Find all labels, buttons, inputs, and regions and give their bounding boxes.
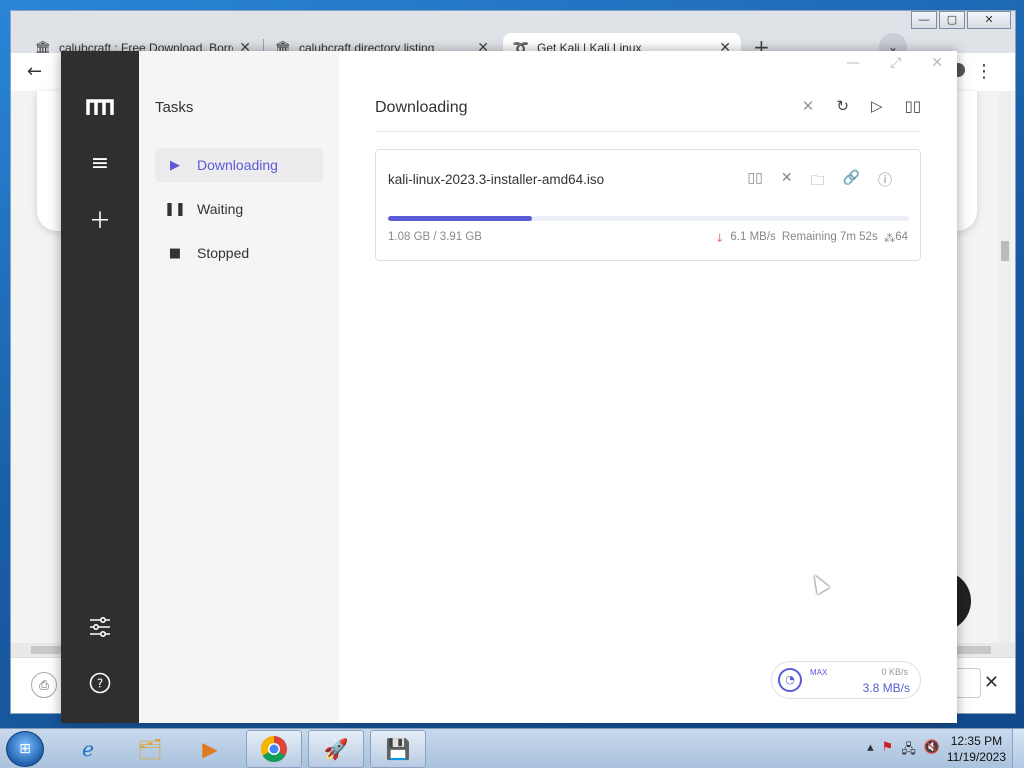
- minimize-icon[interactable]: —: [846, 55, 860, 71]
- pause-icon: ❚❚: [164, 201, 186, 217]
- add-task-plus-icon[interactable]: ＋: [84, 203, 116, 235]
- download-file-icon[interactable]: ⎙: [31, 672, 57, 698]
- task-stats: ↓ 6.1 MB/s Remaining 7m 52s ⁂ 64: [715, 231, 908, 245]
- task-progress-fill: [388, 216, 532, 221]
- speedometer-gauge-icon: ◔: [778, 668, 802, 692]
- speedometer[interactable]: ◔ MAX 0 KB/s 3.8 MB/s: [771, 661, 921, 699]
- preferences-sliders-icon[interactable]: [84, 611, 116, 643]
- task-item[interactable]: kali-linux-2023.3-installer-amd64.iso ▯▯…: [375, 149, 921, 261]
- play-icon: ▶: [170, 157, 180, 173]
- task-list-menu-icon[interactable]: ≡: [84, 147, 116, 179]
- task-list-main: — ⤢ ✕ Downloading ✕ ↻ ▷ ▯▯ kali-linux-20…: [339, 51, 957, 723]
- sidebar-item-downloading[interactable]: ▶ Downloading: [155, 148, 323, 182]
- sidebar-item-stopped[interactable]: ■ Stopped: [155, 236, 323, 270]
- copy-link-icon[interactable]: 🔗: [843, 170, 860, 194]
- clock-time: 12:35 PM: [950, 734, 1003, 748]
- speed-limit-label: MAX: [810, 668, 828, 677]
- motrix-rail: ≡ ＋ ?: [61, 51, 139, 723]
- task-size: 1.08 GB / 3.91 GB: [388, 231, 482, 243]
- download-speed: 3.8 MB/s: [862, 681, 910, 695]
- motrix-window: ≡ ＋ ? Tasks ▶ Downloading ❚❚ Waiting ■ S…: [61, 51, 957, 723]
- show-desktop-button[interactable]: [1012, 729, 1024, 768]
- vertical-scrollbar[interactable]: [999, 91, 1011, 651]
- show-hidden-icons-icon[interactable]: ▴: [867, 740, 874, 762]
- open-folder-icon[interactable]: 🗀: [811, 170, 825, 194]
- file-explorer-icon[interactable]: 🗂: [122, 730, 178, 768]
- motrix-taskbar-icon[interactable]: 💾: [370, 730, 426, 768]
- motrix-window-controls: — ⤢ ✕: [846, 55, 943, 71]
- clock[interactable]: 12:35 PM 11/19/2023: [947, 733, 1006, 765]
- taskbar: ⊞ ℯ 🗂 ▶ 🚀 💾 ▴ ⚑ 🖧 🔇 12:35 PM 11/19/2023: [0, 728, 1024, 768]
- sidebar-item-label: Downloading: [197, 157, 278, 173]
- close-icon[interactable]: ✕: [931, 55, 943, 71]
- divider: [375, 131, 921, 132]
- maximize-icon[interactable]: ⤢: [890, 55, 901, 71]
- refresh-icon[interactable]: ↻: [836, 97, 849, 115]
- help-question-icon[interactable]: ?: [84, 667, 116, 699]
- delete-task-icon[interactable]: ✕: [781, 170, 793, 194]
- chrome-taskbar-icon[interactable]: [246, 730, 302, 768]
- resume-all-play-icon[interactable]: ▷: [871, 97, 883, 115]
- page-title: Downloading: [375, 99, 468, 116]
- clock-date: 11/19/2023: [946, 750, 1006, 764]
- system-tray: ▴ ⚑ 🖧 🔇: [867, 740, 940, 762]
- sidebar-item-label: Waiting: [197, 201, 244, 217]
- internet-explorer-icon[interactable]: ℯ: [60, 730, 116, 768]
- scrollbar-thumb[interactable]: [1001, 241, 1009, 261]
- action-center-flag-icon[interactable]: ⚑: [882, 740, 894, 762]
- task-list-actions: ✕ ↻ ▷ ▯▯: [802, 97, 921, 115]
- task-info-icon[interactable]: ⓘ: [878, 170, 892, 194]
- app-rocket-icon[interactable]: 🚀: [308, 730, 364, 768]
- pause-task-icon[interactable]: ▯▯: [747, 170, 762, 194]
- connections-icon: ⁂: [883, 231, 896, 245]
- network-icon[interactable]: 🖧: [901, 740, 916, 762]
- tasks-sidebar: Tasks ▶ Downloading ❚❚ Waiting ■ Stopped: [139, 51, 339, 723]
- task-connections: 64: [895, 231, 908, 243]
- close-downloads-bar-icon[interactable]: ✕: [984, 672, 999, 693]
- pause-all-icon[interactable]: ▯▯: [904, 97, 921, 115]
- delete-tasks-icon[interactable]: ✕: [802, 97, 815, 115]
- menu-kebab-icon[interactable]: ⋮: [975, 61, 993, 82]
- motrix-logo-icon: [84, 91, 116, 123]
- download-arrow-icon: ↓: [714, 231, 725, 245]
- task-remaining: Remaining 7m 52s: [781, 231, 878, 243]
- back-arrow-icon[interactable]: ←: [27, 61, 42, 82]
- sidebar-title: Tasks: [155, 99, 194, 116]
- start-button[interactable]: ⊞: [6, 731, 44, 767]
- task-progress-bar: [388, 216, 909, 221]
- sidebar-item-waiting[interactable]: ❚❚ Waiting: [155, 192, 323, 226]
- task-speed: 6.1 MB/s: [730, 231, 776, 243]
- volume-muted-icon[interactable]: 🔇: [924, 740, 940, 762]
- upload-speed: 0 KB/s: [881, 667, 908, 677]
- svg-text:?: ?: [97, 677, 103, 691]
- task-item-actions: ▯▯ ✕ 🗀 🔗 ⓘ: [747, 170, 892, 194]
- stop-icon: ■: [168, 245, 182, 261]
- sidebar-item-label: Stopped: [197, 245, 250, 261]
- task-file-name: kali-linux-2023.3-installer-amd64.iso: [388, 172, 605, 187]
- media-player-icon[interactable]: ▶: [182, 730, 238, 768]
